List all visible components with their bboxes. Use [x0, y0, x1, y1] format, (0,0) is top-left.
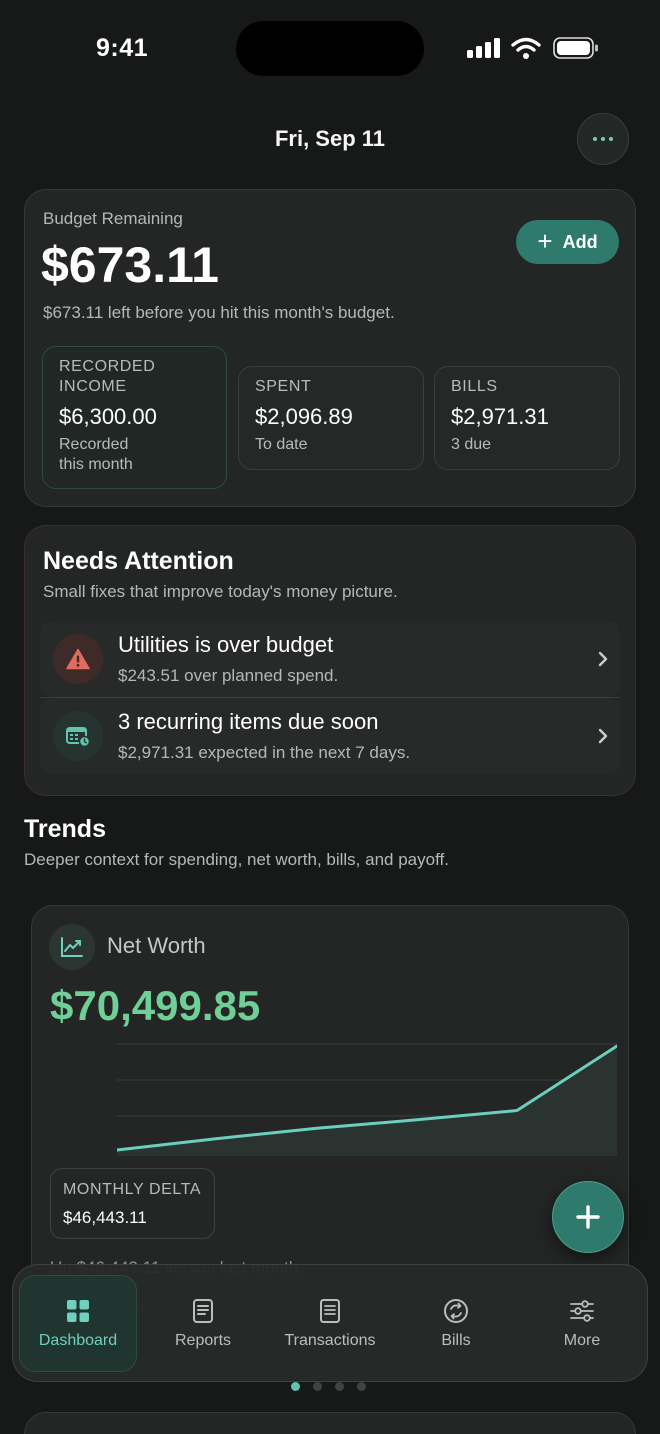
page-dot	[335, 1382, 344, 1391]
sliders-icon	[570, 1299, 594, 1322]
more-options-button[interactable]	[577, 113, 629, 165]
tab-bills[interactable]: Bills	[397, 1275, 515, 1372]
stat-title: SPENT	[255, 378, 312, 395]
budget-subtitle: $673.11 left before you hit this month's…	[43, 303, 395, 322]
tab-label: Bills	[441, 1331, 471, 1349]
monthly-delta-box: MONTHLY DELTA $46,443.11	[50, 1168, 215, 1239]
net-worth-card[interactable]: Net Worth $70,499.85 MONTHLY DELTA $46,4…	[31, 905, 629, 1305]
tab-transactions[interactable]: Transactions	[268, 1275, 392, 1372]
stat-title: RECORDED INCOME	[59, 358, 156, 395]
cellular-signal-icon	[467, 38, 503, 58]
net-worth-value: $70,499.85	[50, 982, 261, 1029]
trends-title: Trends	[24, 815, 106, 843]
tab-reports[interactable]: Reports	[144, 1275, 262, 1372]
battery-icon	[553, 37, 598, 59]
stat-note: Recorded this month	[59, 436, 133, 473]
stat-note: 3 due	[451, 436, 492, 453]
tab-more[interactable]: More	[523, 1275, 641, 1372]
net-worth-label: Net Worth	[107, 933, 206, 958]
page-indicator	[291, 1382, 366, 1391]
chevron-right-icon	[598, 651, 608, 667]
attention-title: Needs Attention	[43, 547, 234, 575]
stat-spent: SPENT $2,096.89 To date	[238, 366, 424, 470]
stat-title: BILLS	[451, 378, 498, 395]
net-worth-area	[117, 1046, 617, 1156]
chevron-right-icon	[598, 728, 608, 744]
page-dot-active	[291, 1382, 300, 1391]
tab-label: Dashboard	[38, 1331, 118, 1349]
net-worth-chart	[117, 1043, 617, 1156]
stat-recorded-income: RECORDED INCOME $6,300.00 Recorded this mo…	[42, 346, 227, 489]
budget-label: Budget Remaining	[43, 209, 183, 228]
attention-item-subtitle: $243.51 over planned spend.	[118, 666, 339, 685]
needs-attention-card: Needs Attention Small fixes that improve…	[24, 525, 636, 796]
add-button[interactable]: + Add	[516, 220, 619, 264]
attention-item-utilities[interactable]: Utilities is over budget $243.51 over pl…	[40, 621, 620, 697]
attention-item-title: 3 recurring items due soon	[118, 709, 379, 734]
ellipsis-icon	[593, 137, 597, 141]
delta-value: $46,443.11	[63, 1208, 147, 1227]
wifi-icon	[511, 37, 541, 59]
status-time: 9:41	[96, 34, 149, 62]
tab-dashboard[interactable]: Dashboard	[19, 1275, 137, 1372]
header-date: Fri, Sep 11	[274, 126, 386, 151]
plus-icon	[576, 1205, 600, 1229]
next-trend-card	[24, 1412, 636, 1434]
add-button-label: Add	[562, 231, 598, 252]
page-dot	[313, 1382, 322, 1391]
grid-icon	[67, 1299, 89, 1322]
trends-subtitle: Deeper context for spending, net worth, …	[24, 850, 449, 869]
plus-icon: +	[537, 225, 553, 256]
recurring-icon	[444, 1298, 468, 1323]
attention-subtitle: Small fixes that improve today's money p…	[43, 582, 398, 601]
delta-title: MONTHLY DELTA	[63, 1181, 202, 1198]
dynamic-island	[236, 21, 424, 76]
add-transaction-fab[interactable]	[552, 1181, 624, 1253]
budget-amount: $673.11	[41, 237, 219, 293]
tab-label: Reports	[174, 1331, 232, 1349]
bottom-tab-bar: Dashboard Reports Transactions Bills Mor…	[12, 1264, 648, 1382]
calendar-clock-icon	[53, 711, 103, 761]
attention-item-subtitle: $2,971.31 expected in the next 7 days.	[118, 743, 411, 762]
stat-value: $6,300.00	[59, 404, 157, 429]
trend-up-icon	[49, 924, 95, 970]
attention-item-recurring[interactable]: 3 recurring items due soon $2,971.31 exp…	[40, 698, 620, 774]
report-icon	[193, 1298, 213, 1323]
tab-label: More	[563, 1331, 601, 1349]
warning-icon	[53, 634, 103, 684]
stat-note: To date	[255, 436, 308, 453]
list-icon	[320, 1298, 340, 1323]
dashboard-screen: 9:41 Fri, Sep 11 Budget Remaining $673.1…	[0, 0, 660, 1434]
attention-item-title: Utilities is over budget	[118, 632, 334, 657]
stat-bills: BILLS $2,971.31 3 due	[434, 366, 620, 470]
stat-value: $2,096.89	[255, 404, 353, 429]
budget-card: Budget Remaining $673.11 $673.11 left be…	[24, 189, 636, 507]
stat-value: $2,971.31	[451, 404, 549, 429]
tab-label: Transactions	[284, 1331, 376, 1349]
page-dot	[357, 1382, 366, 1391]
